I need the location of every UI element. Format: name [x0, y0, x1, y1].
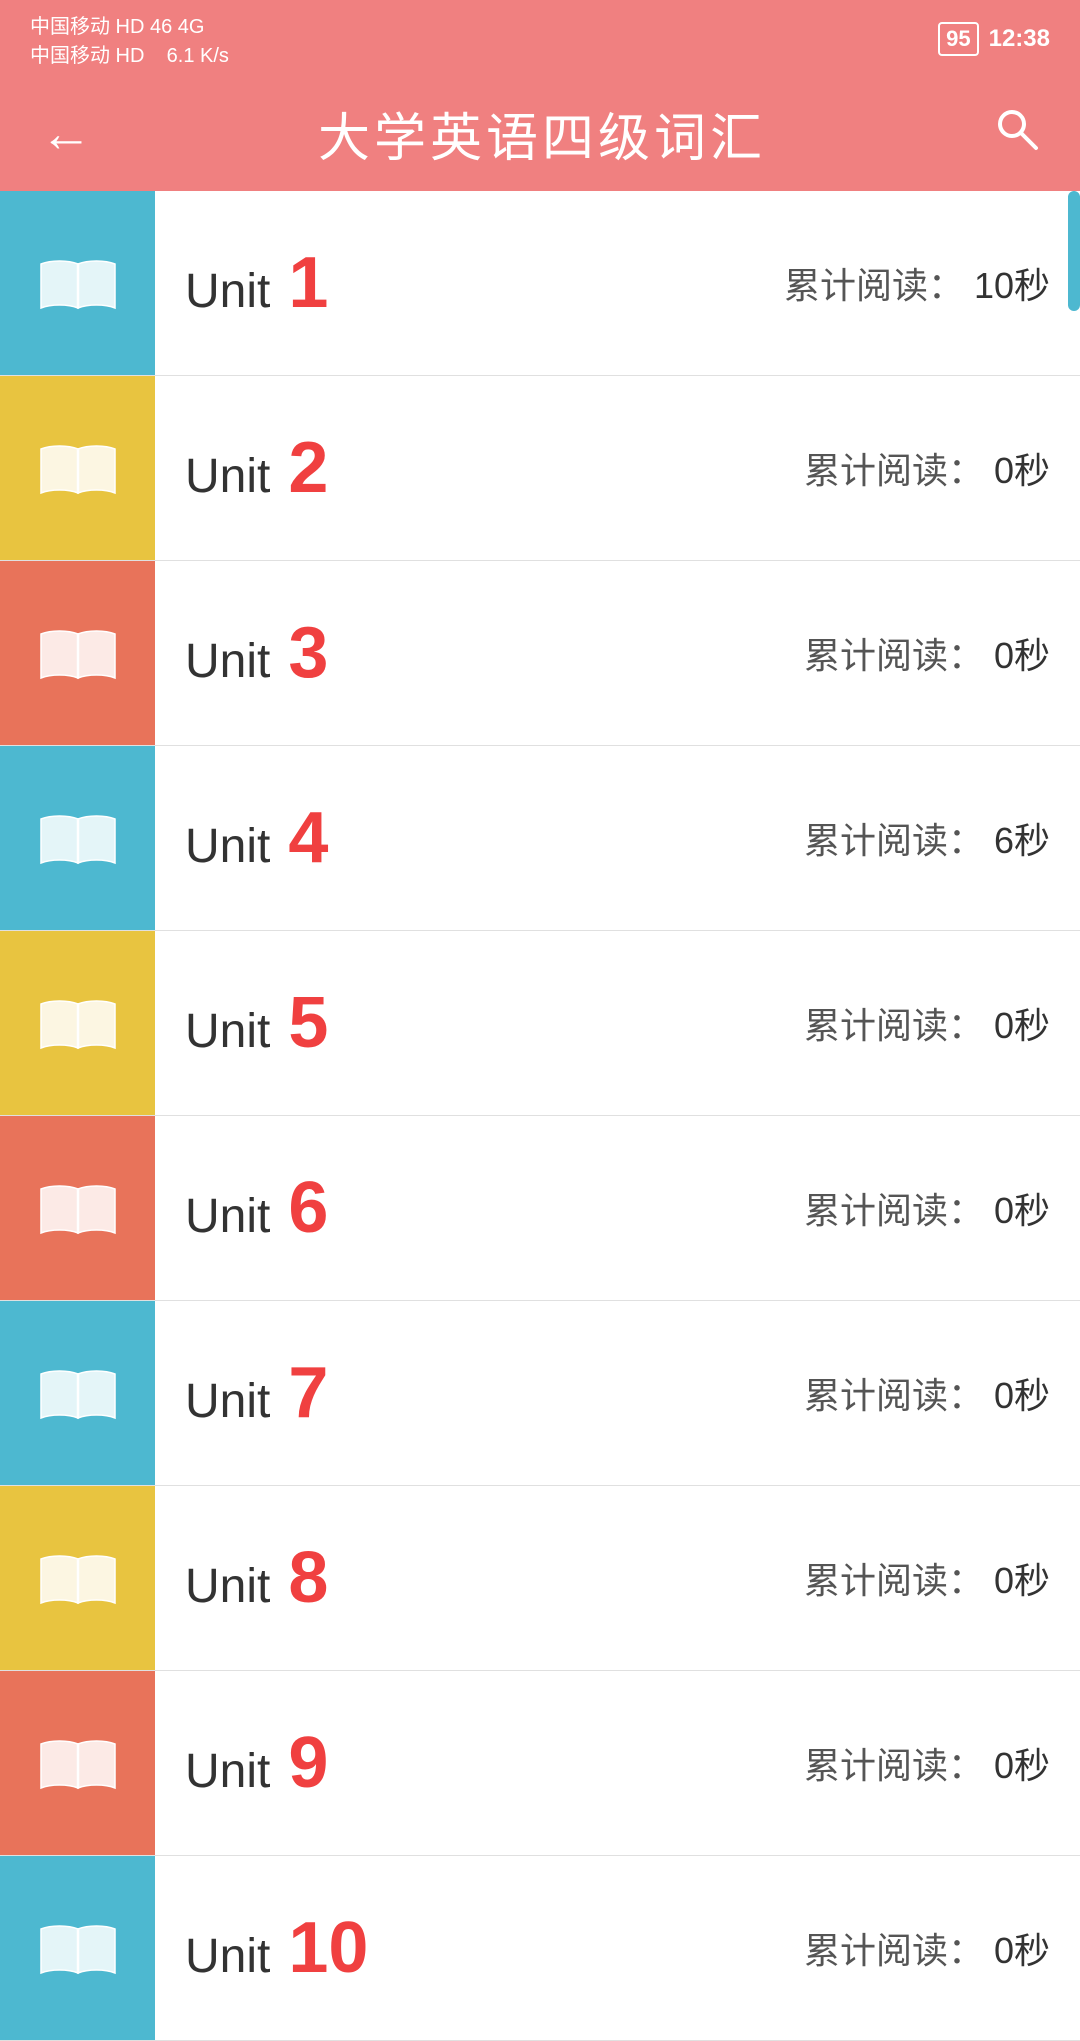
unit-content-1: Unit 1 累计阅读： 10秒 [155, 191, 1080, 375]
unit-row-2[interactable]: Unit 2 累计阅读： 0秒 [0, 376, 1080, 561]
unit-row-4[interactable]: Unit 4 累计阅读： 6秒 [0, 746, 1080, 931]
unit-text-5: Unit [185, 1004, 270, 1059]
unit-icon-7 [0, 1301, 155, 1485]
unit-reading-1: 累计阅读： 10秒 [784, 257, 1050, 309]
carrier-info: 中国移动 HD 46 4G 中国移动 HD 6.1 K/s [30, 10, 229, 68]
unit-text-3: Unit [185, 634, 270, 689]
unit-reading-time-4: 6秒 [994, 820, 1050, 861]
unit-text-2: Unit [185, 449, 270, 504]
page-title: 大学英语四级词汇 [318, 96, 766, 171]
unit-content-10: Unit 10 累计阅读： 0秒 [155, 1856, 1080, 2040]
unit-reading-time-7: 0秒 [994, 1375, 1050, 1416]
unit-text-10: Unit [185, 1929, 270, 1984]
unit-icon-10 [0, 1856, 155, 2040]
unit-content-6: Unit 6 累计阅读： 0秒 [155, 1116, 1080, 1300]
unit-label-2: Unit 2 [185, 432, 328, 504]
carrier1-label: 中国移动 HD 46 4G [30, 10, 204, 39]
unit-icon-9 [0, 1671, 155, 1855]
unit-label-7: Unit 7 [185, 1357, 328, 1429]
unit-row-1[interactable]: Unit 1 累计阅读： 10秒 [0, 191, 1080, 376]
unit-row-8[interactable]: Unit 8 累计阅读： 0秒 [0, 1486, 1080, 1671]
system-status: 95 12:38 [938, 22, 1050, 56]
unit-icon-3 [0, 561, 155, 745]
unit-list: Unit 1 累计阅读： 10秒 Unit 2 累计阅读： 0秒 [0, 191, 1080, 2041]
unit-reading-8: 累计阅读： 0秒 [804, 1552, 1050, 1604]
unit-icon-5 [0, 931, 155, 1115]
unit-reading-4: 累计阅读： 6秒 [804, 812, 1050, 864]
unit-number-1: 1 [288, 247, 328, 319]
unit-label-8: Unit 8 [185, 1542, 328, 1614]
unit-content-5: Unit 5 累计阅读： 0秒 [155, 931, 1080, 1115]
unit-content-2: Unit 2 累计阅读： 0秒 [155, 376, 1080, 560]
unit-reading-time-8: 0秒 [994, 1560, 1050, 1601]
unit-content-7: Unit 7 累计阅读： 0秒 [155, 1301, 1080, 1485]
unit-reading-5: 累计阅读： 0秒 [804, 997, 1050, 1049]
unit-reading-9: 累计阅读： 0秒 [804, 1737, 1050, 1789]
unit-label-10: Unit 10 [185, 1912, 368, 1984]
unit-icon-6 [0, 1116, 155, 1300]
unit-reading-time-1: 10秒 [974, 265, 1050, 306]
unit-text-6: Unit [185, 1189, 270, 1244]
unit-label-9: Unit 9 [185, 1727, 328, 1799]
unit-number-5: 5 [288, 987, 328, 1059]
unit-reading-time-10: 0秒 [994, 1930, 1050, 1971]
unit-reading-time-3: 0秒 [994, 635, 1050, 676]
unit-label-6: Unit 6 [185, 1172, 328, 1244]
scroll-indicator [1068, 191, 1080, 311]
unit-label-5: Unit 5 [185, 987, 328, 1059]
unit-content-8: Unit 8 累计阅读： 0秒 [155, 1486, 1080, 1670]
battery-icon: 95 [938, 22, 978, 56]
unit-label-1: Unit 1 [185, 247, 328, 319]
unit-reading-time-2: 0秒 [994, 450, 1050, 491]
unit-text-4: Unit [185, 819, 270, 874]
unit-number-7: 7 [288, 1357, 328, 1429]
unit-content-4: Unit 4 累计阅读： 6秒 [155, 746, 1080, 930]
unit-row-6[interactable]: Unit 6 累计阅读： 0秒 [0, 1116, 1080, 1301]
unit-label-3: Unit 3 [185, 617, 328, 689]
unit-reading-2: 累计阅读： 0秒 [804, 442, 1050, 494]
unit-reading-10: 累计阅读： 0秒 [804, 1922, 1050, 1974]
unit-row-7[interactable]: Unit 7 累计阅读： 0秒 [0, 1301, 1080, 1486]
unit-row-9[interactable]: Unit 9 累计阅读： 0秒 [0, 1671, 1080, 1856]
unit-number-9: 9 [288, 1727, 328, 1799]
unit-icon-4 [0, 746, 155, 930]
unit-row-10[interactable]: Unit 10 累计阅读： 0秒 [0, 1856, 1080, 2041]
unit-number-2: 2 [288, 432, 328, 504]
unit-content-9: Unit 9 累计阅读： 0秒 [155, 1671, 1080, 1855]
unit-reading-time-9: 0秒 [994, 1745, 1050, 1786]
status-bar: 中国移动 HD 46 4G 中国移动 HD 6.1 K/s 95 12:38 [0, 0, 1080, 76]
unit-text-7: Unit [185, 1374, 270, 1429]
app-header: ← 大学英语四级词汇 [0, 76, 1080, 191]
search-button[interactable] [992, 104, 1040, 164]
carrier2-label: 中国移动 HD 6.1 K/s [30, 39, 229, 68]
unit-text-9: Unit [185, 1744, 270, 1799]
unit-reading-time-5: 0秒 [994, 1005, 1050, 1046]
unit-number-3: 3 [288, 617, 328, 689]
unit-reading-time-6: 0秒 [994, 1190, 1050, 1231]
unit-row-3[interactable]: Unit 3 累计阅读： 0秒 [0, 561, 1080, 746]
unit-reading-6: 累计阅读： 0秒 [804, 1182, 1050, 1234]
unit-text-8: Unit [185, 1559, 270, 1614]
unit-icon-2 [0, 376, 155, 560]
clock: 12:38 [989, 25, 1050, 53]
unit-row-5[interactable]: Unit 5 累计阅读： 0秒 [0, 931, 1080, 1116]
unit-label-4: Unit 4 [185, 802, 328, 874]
back-button[interactable]: ← [40, 104, 92, 164]
unit-reading-3: 累计阅读： 0秒 [804, 627, 1050, 679]
unit-number-4: 4 [288, 802, 328, 874]
unit-icon-1 [0, 191, 155, 375]
unit-number-8: 8 [288, 1542, 328, 1614]
unit-content-3: Unit 3 累计阅读： 0秒 [155, 561, 1080, 745]
unit-number-10: 10 [288, 1912, 368, 1984]
unit-text-1: Unit [185, 264, 270, 319]
unit-icon-8 [0, 1486, 155, 1670]
unit-number-6: 6 [288, 1172, 328, 1244]
unit-reading-7: 累计阅读： 0秒 [804, 1367, 1050, 1419]
